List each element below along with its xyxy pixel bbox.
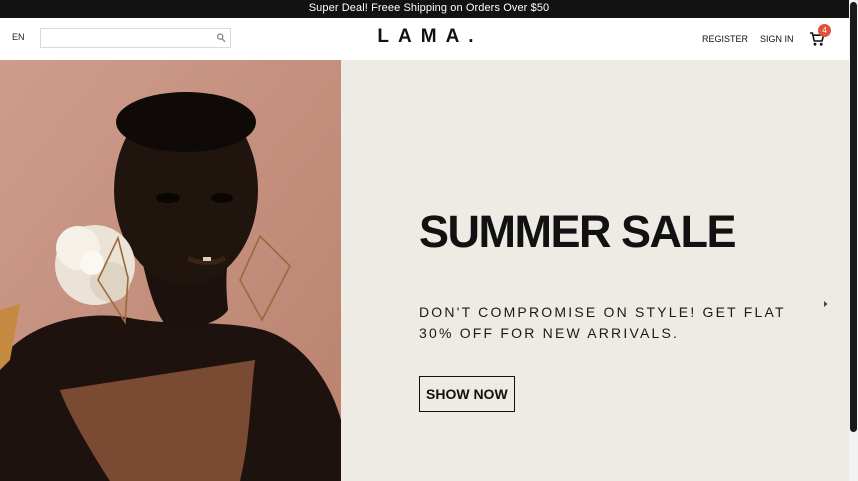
navbar: EN LAMA. REGISTER SIGN IN 4 bbox=[0, 18, 849, 60]
chevron-right-icon[interactable] bbox=[822, 298, 830, 310]
page: Super Deal! Freee Shipping on Orders Ove… bbox=[0, 0, 858, 481]
flower-decoration bbox=[55, 225, 135, 305]
vertical-scrollbar[interactable] bbox=[849, 0, 858, 481]
search-box bbox=[40, 28, 231, 48]
show-now-button[interactable]: SHOW NOW bbox=[419, 376, 515, 412]
scrollbar-thumb[interactable] bbox=[850, 2, 857, 432]
language-selector[interactable]: EN bbox=[12, 32, 25, 42]
cart-count-badge: 4 bbox=[818, 24, 831, 37]
search-icon[interactable] bbox=[216, 32, 226, 44]
model-portrait-illustration bbox=[0, 60, 341, 481]
search-input[interactable] bbox=[43, 30, 213, 46]
hero-title: SUMMER SALE bbox=[419, 206, 737, 257]
hero-content: SUMMER SALE DON'T COMPROMISE ON STYLE! G… bbox=[341, 60, 849, 481]
hero-description: DON'T COMPROMISE ON STYLE! GET FLAT 30% … bbox=[419, 304, 786, 341]
register-link[interactable]: REGISTER bbox=[702, 34, 748, 44]
brand-logo[interactable]: LAMA. bbox=[360, 26, 500, 48]
hero-model-image bbox=[0, 60, 341, 481]
announcement-bar: Super Deal! Freee Shipping on Orders Ove… bbox=[0, 0, 858, 18]
signin-link[interactable]: SIGN IN bbox=[760, 34, 794, 44]
